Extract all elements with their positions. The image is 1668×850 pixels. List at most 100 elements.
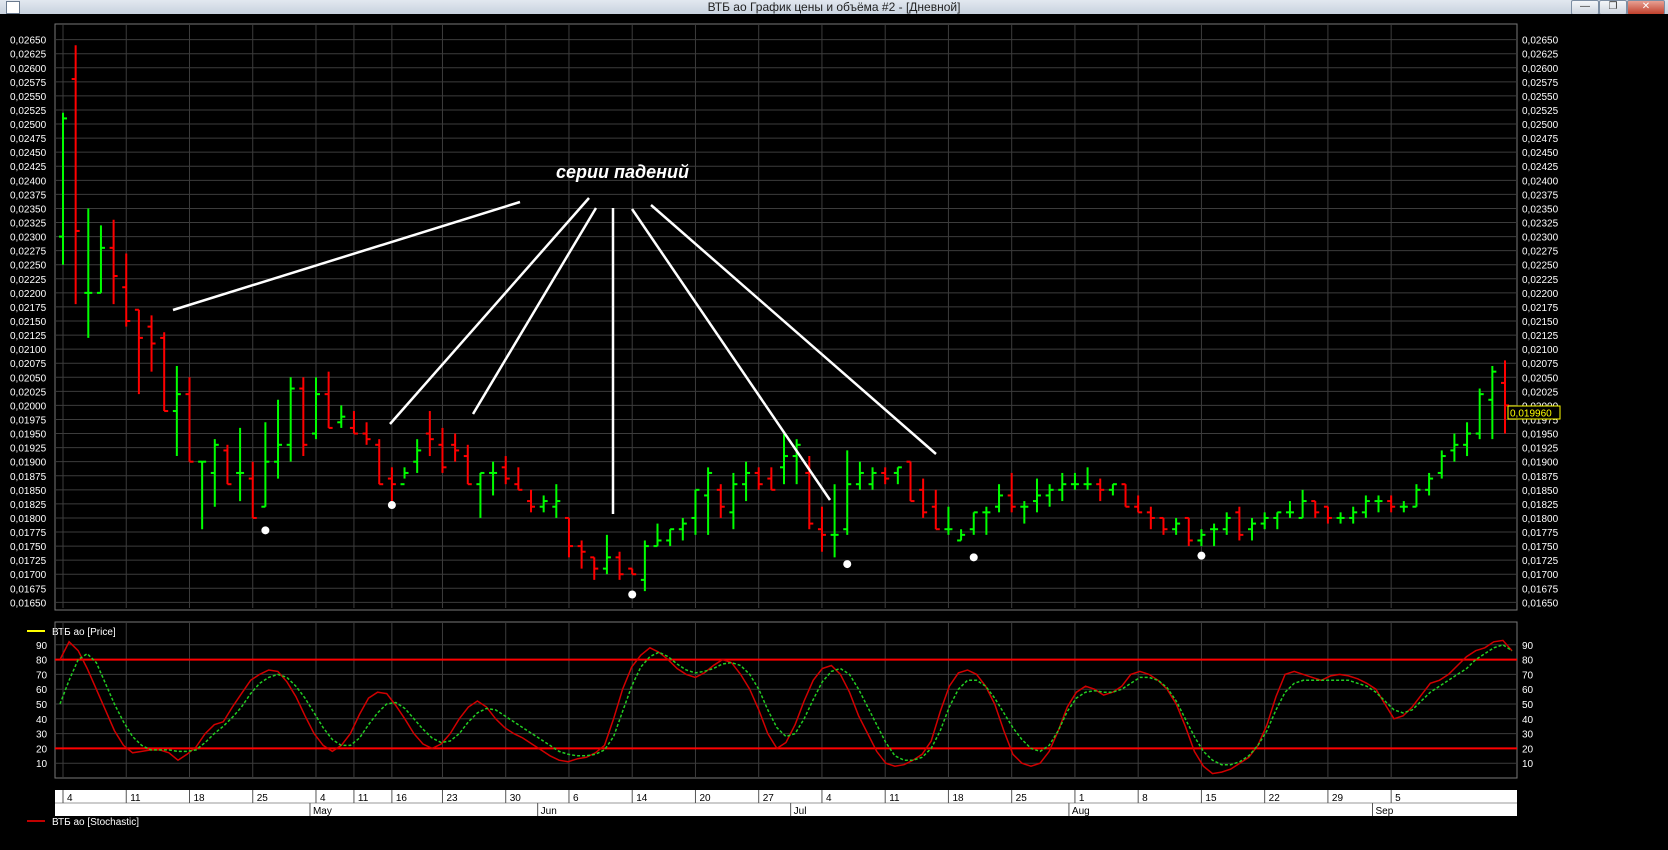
maximize-button[interactable]: ❐ [1599, 0, 1627, 15]
price-tick-left: 0,02350 [10, 204, 47, 215]
price-tick-right: 0,01775 [1522, 528, 1559, 539]
x-day-label: 1 [1079, 793, 1085, 804]
x-day-label: 25 [257, 793, 269, 804]
price-tick-left: 0,02325 [10, 219, 47, 230]
price-tick-right: 0,01925 [1522, 444, 1559, 455]
price-tick-left: 0,01800 [10, 514, 47, 525]
price-tick-left: 0,02525 [10, 106, 47, 117]
x-day-label: 22 [1269, 793, 1281, 804]
x-day-label: 8 [1142, 793, 1148, 804]
price-tick-right: 0,01650 [1522, 598, 1559, 609]
annotation-text: серии падений [556, 162, 689, 182]
price-tick-right: 0,01900 [1522, 458, 1559, 469]
price-tick-left: 0,01725 [10, 556, 47, 567]
x-day-label: 16 [396, 793, 408, 804]
stoch-tick-right: 40 [1522, 715, 1534, 726]
price-tick-right: 0,02300 [1522, 233, 1559, 244]
stoch-tick-left: 20 [36, 744, 48, 755]
stoch-tick-left: 90 [36, 641, 48, 652]
x-day-label: 23 [446, 793, 458, 804]
price-tick-right: 0,01825 [1522, 500, 1559, 511]
x-day-label: 4 [320, 793, 326, 804]
x-day-label: 5 [1395, 793, 1401, 804]
x-day-label: 30 [510, 793, 522, 804]
price-tick-left: 0,01875 [10, 472, 47, 483]
stoch-tick-left: 50 [36, 700, 48, 711]
price-tick-left: 0,02400 [10, 176, 47, 187]
stoch-tick-left: 80 [36, 656, 48, 667]
price-tick-right: 0,02450 [1522, 148, 1559, 159]
low-marker [969, 553, 978, 562]
x-month-label: Jul [794, 806, 807, 817]
price-tick-right: 0,02575 [1522, 78, 1559, 89]
stoch-tick-right: 70 [1522, 670, 1534, 681]
price-tick-right: 0,02475 [1522, 134, 1559, 145]
price-tick-left: 0,01700 [10, 570, 47, 581]
price-tick-right: 0,01675 [1522, 584, 1559, 595]
price-tick-left: 0,02450 [10, 148, 47, 159]
price-tick-left: 0,02125 [10, 331, 47, 342]
price-tick-right: 0,02425 [1522, 162, 1559, 173]
stoch-legend: ВТБ ао [Stochastic] [52, 817, 139, 828]
price-chart: серии падений 0,01650 0,01650 0,01675 0,016… [0, 14, 1668, 850]
price-tick-left: 0,01925 [10, 444, 47, 455]
price-tick-right: 0,01800 [1522, 514, 1559, 525]
stoch-tick-right: 10 [1522, 759, 1534, 770]
price-tick-right: 0,02400 [1522, 176, 1559, 187]
price-tick-right: 0,02200 [1522, 289, 1559, 300]
low-marker [843, 560, 852, 569]
price-tick-right: 0,02225 [1522, 275, 1559, 286]
price-tick-left: 0,02250 [10, 261, 47, 272]
close-button[interactable]: ✕ [1627, 0, 1665, 15]
stoch-tick-left: 70 [36, 670, 48, 681]
stoch-tick-right: 80 [1522, 656, 1534, 667]
x-day-label: 14 [636, 793, 648, 804]
price-tick-right: 0,02650 [1522, 36, 1559, 47]
price-tick-right: 0,01750 [1522, 542, 1559, 553]
price-tick-left: 0,02575 [10, 78, 47, 89]
price-tick-left: 0,01900 [10, 458, 47, 469]
price-tick-right: 0,02125 [1522, 331, 1559, 342]
price-tick-right: 0,02550 [1522, 92, 1559, 103]
x-month-label: Jun [541, 806, 557, 817]
price-tick-left: 0,01775 [10, 528, 47, 539]
price-tick-left: 0,02200 [10, 289, 47, 300]
x-day-label: 18 [952, 793, 964, 804]
price-tick-right: 0,02350 [1522, 204, 1559, 215]
price-tick-right: 0,01950 [1522, 430, 1559, 441]
price-tick-left: 0,02600 [10, 64, 47, 75]
minimize-button[interactable]: — [1571, 0, 1599, 15]
stoch-tick-right: 50 [1522, 700, 1534, 711]
stoch-tick-left: 40 [36, 715, 48, 726]
price-tick-right: 0,02600 [1522, 64, 1559, 75]
price-tick-left: 0,02475 [10, 134, 47, 145]
price-tick-left: 0,02075 [10, 359, 47, 370]
price-tick-right: 0,01850 [1522, 486, 1559, 497]
last-price-label: 0,019960 [1510, 409, 1552, 420]
price-tick-right: 0,02325 [1522, 219, 1559, 230]
x-day-label: 4 [826, 793, 832, 804]
x-day-label: 20 [699, 793, 711, 804]
price-tick-right: 0,02175 [1522, 303, 1559, 314]
stoch-tick-left: 60 [36, 685, 48, 696]
price-tick-left: 0,02000 [10, 401, 47, 412]
price-tick-left: 0,01750 [10, 542, 47, 553]
price-tick-right: 0,02025 [1522, 387, 1559, 398]
price-tick-right: 0,02525 [1522, 106, 1559, 117]
price-tick-right: 0,02250 [1522, 261, 1559, 272]
price-tick-left: 0,01850 [10, 486, 47, 497]
low-marker [387, 501, 396, 510]
price-tick-left: 0,02300 [10, 233, 47, 244]
price-tick-right: 0,01700 [1522, 570, 1559, 581]
price-tick-right: 0,02100 [1522, 345, 1559, 356]
price-tick-left: 0,02650 [10, 36, 47, 47]
price-tick-left: 0,02225 [10, 275, 47, 286]
stoch-tick-left: 30 [36, 730, 48, 741]
price-tick-right: 0,02625 [1522, 50, 1559, 61]
price-legend: ВТБ ао [Price] [52, 627, 116, 638]
price-tick-right: 0,02150 [1522, 317, 1559, 328]
price-tick-left: 0,02025 [10, 387, 47, 398]
x-day-label: 27 [763, 793, 775, 804]
price-tick-left: 0,02375 [10, 190, 47, 201]
price-tick-left: 0,01675 [10, 584, 47, 595]
